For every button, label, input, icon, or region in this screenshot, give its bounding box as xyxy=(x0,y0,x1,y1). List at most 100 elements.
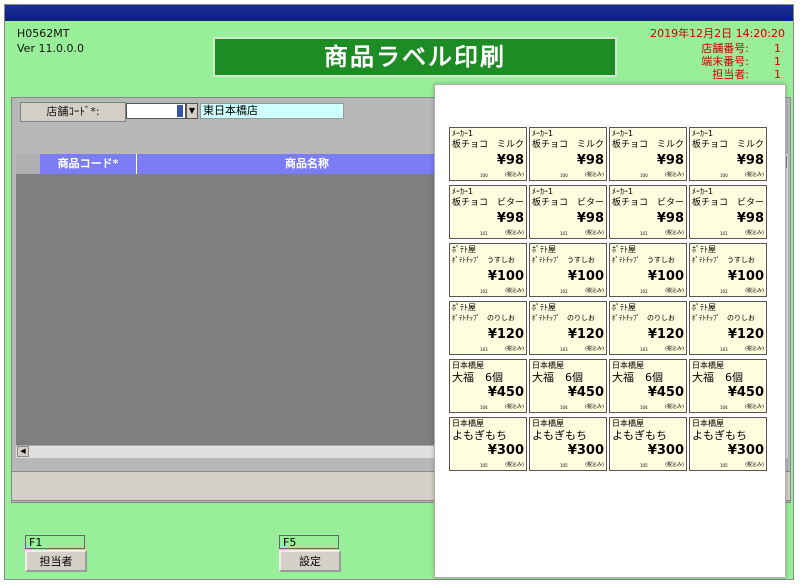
store-selector: 店舗ｺｰﾄﾞ*: ▼ 東日本橋店 xyxy=(20,102,440,122)
label-price: ¥100 xyxy=(727,269,764,284)
store-dropdown-button[interactable]: ▼ xyxy=(186,103,198,119)
label-maker: 日本橋屋 xyxy=(452,419,484,428)
price-label: ﾒｰｶｰ1 板チョコ ミルク ¥98 100 (税込み) xyxy=(609,127,687,181)
label-maker: ﾎﾟﾃﾄ屋 xyxy=(452,245,476,254)
label-tax-note: (税込み) xyxy=(505,462,524,468)
label-code: 103 xyxy=(560,347,568,352)
label-code: 105 xyxy=(720,463,728,468)
label-price: ¥120 xyxy=(647,327,684,342)
label-tax-note: (税込み) xyxy=(505,288,524,294)
price-label: ﾎﾟﾃﾄ屋 ﾎﾟﾃﾄﾁｯﾌﾟ のりしお ¥120 103 (税込み) xyxy=(609,301,687,355)
label-maker: ﾎﾟﾃﾄ屋 xyxy=(692,245,716,254)
label-product-name: ﾎﾟﾃﾄﾁｯﾌﾟ のりしお xyxy=(532,314,595,322)
label-price: ¥98 xyxy=(496,211,524,226)
label-maker: ﾒｰｶｰ1 xyxy=(532,129,554,138)
label-tax-note: (税込み) xyxy=(665,288,684,294)
label-price: ¥300 xyxy=(647,443,684,458)
label-tax-note: (税込み) xyxy=(585,172,604,178)
label-product-name: 板チョコ ミルク xyxy=(612,140,685,150)
column-header-product-name[interactable]: 商品名称 xyxy=(137,154,477,174)
label-code: 104 xyxy=(640,405,648,410)
price-label: 日本橋屋 よもぎもち ¥300 105 (税込み) xyxy=(689,417,767,471)
label-product-name: ﾎﾟﾃﾄﾁｯﾌﾟ うすしお xyxy=(452,256,515,264)
label-tax-note: (税込み) xyxy=(745,346,764,352)
price-label: 日本橋屋 大福 6個 ¥450 104 (税込み) xyxy=(529,359,607,413)
label-price: ¥98 xyxy=(736,211,764,226)
store-number-info: 店舗番号: 1 xyxy=(643,42,793,55)
price-label: ﾒｰｶｰ1 板チョコ ビター ¥98 101 (税込み) xyxy=(449,185,527,239)
f5-key-label: F5 xyxy=(279,535,339,549)
settings-button[interactable]: 設定 xyxy=(279,550,341,572)
terminal-number-label: 端末番号: xyxy=(701,55,749,68)
price-label: ﾎﾟﾃﾄ屋 ﾎﾟﾃﾄﾁｯﾌﾟ のりしお ¥120 103 (税込み) xyxy=(689,301,767,355)
label-product-name: 板チョコ ミルク xyxy=(452,140,525,150)
label-code: 100 xyxy=(720,173,728,178)
terminal-number-info: 端末番号: 1 xyxy=(643,55,793,68)
label-code: 100 xyxy=(480,173,488,178)
label-product-name: ﾎﾟﾃﾄﾁｯﾌﾟ のりしお xyxy=(612,314,675,322)
label-price: ¥450 xyxy=(727,385,764,400)
staff-label: 担当者: xyxy=(712,68,749,81)
store-code-value-highlight xyxy=(177,105,183,117)
column-header-product-code[interactable]: 商品コード* xyxy=(40,154,137,174)
f1-key-label: F1 xyxy=(25,535,85,549)
label-price: ¥100 xyxy=(567,269,604,284)
label-tax-note: (税込み) xyxy=(665,346,684,352)
label-product-name: ﾎﾟﾃﾄﾁｯﾌﾟ のりしお xyxy=(692,314,755,322)
label-tax-note: (税込み) xyxy=(665,462,684,468)
label-tax-note: (税込み) xyxy=(585,462,604,468)
label-price: ¥450 xyxy=(567,385,604,400)
label-product-name: 板チョコ ビター xyxy=(532,198,605,208)
label-product-name: ﾎﾟﾃﾄﾁｯﾌﾟ うすしお xyxy=(692,256,755,264)
label-price: ¥120 xyxy=(487,327,524,342)
label-tax-note: (税込み) xyxy=(665,404,684,410)
label-code: 104 xyxy=(480,405,488,410)
staff-button[interactable]: 担当者 xyxy=(25,550,87,572)
label-maker: ﾒｰｶｰ1 xyxy=(452,129,474,138)
price-label: ﾎﾟﾃﾄ屋 ﾎﾟﾃﾄﾁｯﾌﾟ のりしお ¥120 103 (税込み) xyxy=(529,301,607,355)
window-title-bar xyxy=(5,5,793,21)
store-code-input[interactable] xyxy=(126,103,186,119)
label-price: ¥100 xyxy=(487,269,524,284)
label-price: ¥98 xyxy=(576,153,604,168)
label-tax-note: (税込み) xyxy=(585,404,604,410)
scroll-left-button[interactable]: ◀ xyxy=(17,446,29,457)
label-tax-note: (税込み) xyxy=(665,230,684,236)
price-label: ﾎﾟﾃﾄ屋 ﾎﾟﾃﾄﾁｯﾌﾟ うすしお ¥100 102 (税込み) xyxy=(529,243,607,297)
label-price: ¥450 xyxy=(647,385,684,400)
label-maker: ﾎﾟﾃﾄ屋 xyxy=(452,303,476,312)
label-price: ¥98 xyxy=(736,153,764,168)
label-product-name: 大福 6個 xyxy=(452,371,503,384)
label-product-name: よもぎもち xyxy=(452,429,507,442)
label-tax-note: (税込み) xyxy=(505,172,524,178)
label-maker: ﾒｰｶｰ1 xyxy=(452,187,474,196)
label-code: 103 xyxy=(640,347,648,352)
print-preview-page: ﾒｰｶｰ1 板チョコ ミルク ¥98 100 (税込み) ﾒｰｶｰ1 板チョコ ミルク ¥98… xyxy=(434,84,786,578)
label-tax-note: (税込み) xyxy=(745,288,764,294)
label-code: 102 xyxy=(480,289,488,294)
label-code: 102 xyxy=(560,289,568,294)
label-tax-note: (税込み) xyxy=(745,462,764,468)
label-product-name: 板チョコ ミルク xyxy=(532,140,605,150)
store-number-label: 店舗番号: xyxy=(701,42,749,55)
label-code: 103 xyxy=(480,347,488,352)
price-label: 日本橋屋 よもぎもち ¥300 105 (税込み) xyxy=(529,417,607,471)
label-maker: ﾒｰｶｰ1 xyxy=(692,187,714,196)
label-price: ¥98 xyxy=(576,211,604,226)
price-label: ﾒｰｶｰ1 板チョコ ビター ¥98 101 (税込み) xyxy=(529,185,607,239)
label-maker: ﾒｰｶｰ1 xyxy=(612,187,634,196)
price-label: 日本橋屋 大福 6個 ¥450 104 (税込み) xyxy=(689,359,767,413)
price-label: ﾒｰｶｰ1 板チョコ ミルク ¥98 100 (税込み) xyxy=(689,127,767,181)
price-label: ﾎﾟﾃﾄ屋 ﾎﾟﾃﾄﾁｯﾌﾟ うすしお ¥100 102 (税込み) xyxy=(689,243,767,297)
label-price: ¥100 xyxy=(647,269,684,284)
label-price: ¥98 xyxy=(496,153,524,168)
staff-value: 1 xyxy=(774,68,781,81)
price-label: ﾒｰｶｰ1 板チョコ ミルク ¥98 100 (税込み) xyxy=(529,127,607,181)
label-maker: ﾎﾟﾃﾄ屋 xyxy=(532,245,556,254)
label-maker: ﾒｰｶｰ1 xyxy=(612,129,634,138)
label-tax-note: (税込み) xyxy=(585,346,604,352)
label-product-name: よもぎもち xyxy=(692,429,747,442)
store-name-display: 東日本橋店 xyxy=(200,103,344,119)
label-product-name: よもぎもち xyxy=(612,429,667,442)
label-maker: 日本橋屋 xyxy=(612,419,644,428)
